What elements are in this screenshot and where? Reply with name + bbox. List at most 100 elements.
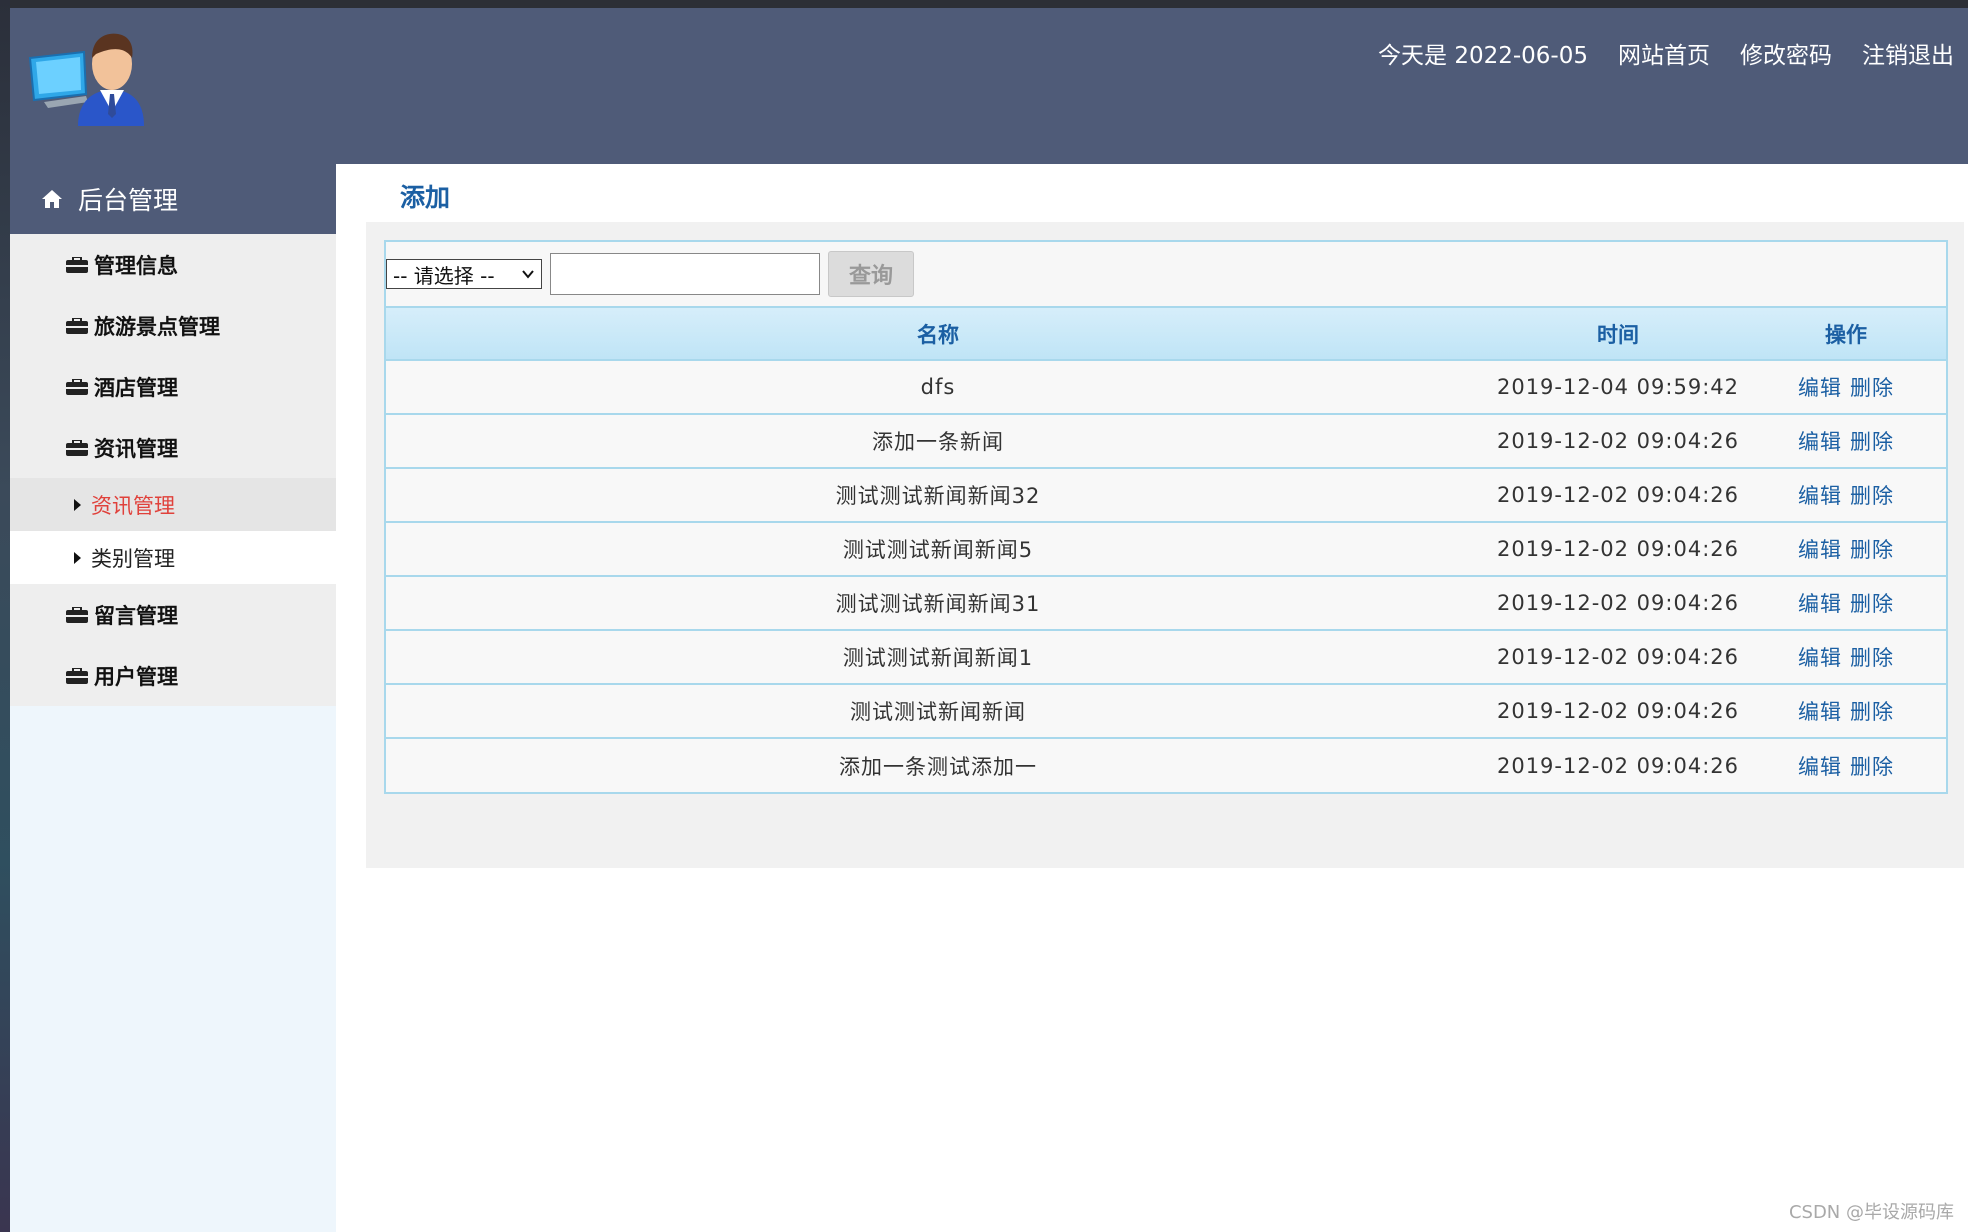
table-row: 测试测试新闻新闻5 2019-12-02 09:04:26 编辑 删除 [386, 522, 1946, 576]
table-row: dfs 2019-12-04 09:59:42 编辑 删除 [386, 360, 1946, 414]
sidebar-menu: 管理信息 旅游景点管理 酒店管理 资讯管理 资讯管理 类别管理 留言管理 用户管… [10, 234, 336, 706]
row-name: 测试测试新闻新闻31 [835, 592, 1041, 616]
row-name: 测试测试新闻新闻32 [835, 484, 1041, 508]
column-header-actions: 操作 [1825, 322, 1867, 347]
caret-right-icon [74, 551, 81, 564]
sidebar-item-label: 酒店管理 [94, 375, 178, 400]
table-row: 测试测试新闻新闻31 2019-12-02 09:04:26 编辑 删除 [386, 576, 1946, 630]
search-input[interactable] [550, 253, 820, 295]
column-header-name: 名称 [917, 322, 959, 347]
delete-link[interactable]: 删除 [1850, 592, 1894, 616]
edit-link[interactable]: 编辑 [1798, 755, 1842, 779]
briefcase-icon [66, 378, 88, 395]
row-actions: 编辑 删除 [1746, 576, 1946, 630]
row-actions: 编辑 删除 [1746, 468, 1946, 522]
sidebar-item-label: 留言管理 [94, 603, 178, 628]
row-name: 测试测试新闻新闻5 [842, 538, 1034, 562]
table-row: 测试测试新闻新闻32 2019-12-02 09:04:26 编辑 删除 [386, 468, 1946, 522]
row-time: 2019-12-02 09:04:26 [1496, 591, 1740, 615]
edit-link[interactable]: 编辑 [1798, 646, 1842, 670]
delete-link[interactable]: 删除 [1850, 484, 1894, 508]
today-date-text: 今天是 2022-06-05 [1378, 43, 1588, 69]
sidebar-item-label: 管理信息 [94, 253, 178, 278]
row-actions: 编辑 删除 [1746, 414, 1946, 468]
sidebar-item-scenic-spots[interactable]: 旅游景点管理 [10, 295, 336, 356]
sidebar: 后台管理 管理信息 旅游景点管理 酒店管理 资讯管理 资讯管理 类别管理 留言管… [10, 164, 336, 1232]
sidebar-item-hotels[interactable]: 酒店管理 [10, 356, 336, 417]
window-left-edge [0, 0, 10, 1232]
briefcase-icon [66, 317, 88, 334]
sidebar-subitem-news-manage[interactable]: 资讯管理 [10, 478, 336, 531]
row-actions: 编辑 删除 [1746, 360, 1946, 414]
query-button[interactable]: 查询 [828, 251, 914, 297]
table-row: 添加一条新闻 2019-12-02 09:04:26 编辑 删除 [386, 414, 1946, 468]
sidebar-item-messages[interactable]: 留言管理 [10, 584, 336, 645]
delete-link[interactable]: 删除 [1850, 646, 1894, 670]
briefcase-icon [66, 439, 88, 456]
search-bar: -- 请选择 -- 查询 [386, 242, 1946, 308]
caret-right-icon [74, 498, 81, 511]
edit-link[interactable]: 编辑 [1798, 430, 1842, 454]
briefcase-icon [66, 606, 88, 623]
page-header: 今天是 2022-06-05 网站首页 修改密码 注销退出 [10, 8, 1968, 164]
home-icon [42, 190, 62, 208]
row-actions: 编辑 删除 [1746, 522, 1946, 576]
sidebar-subitem-category-manage[interactable]: 类别管理 [10, 531, 336, 584]
logout-link[interactable]: 注销退出 [1862, 36, 1954, 70]
row-time: 2019-12-02 09:04:26 [1496, 645, 1740, 669]
delete-link[interactable]: 删除 [1850, 755, 1894, 779]
change-password-link[interactable]: 修改密码 [1740, 36, 1832, 70]
sidebar-item-users[interactable]: 用户管理 [10, 645, 336, 706]
site-home-link[interactable]: 网站首页 [1618, 36, 1710, 70]
row-actions: 编辑 删除 [1746, 738, 1946, 792]
list-container: -- 请选择 -- 查询 名称 时间 操作 dfs 2019-12-04 09:… [384, 240, 1948, 794]
sidebar-title[interactable]: 后台管理 [10, 164, 336, 234]
category-select[interactable]: -- 请选择 -- [386, 259, 542, 289]
main-panel: -- 请选择 -- 查询 名称 时间 操作 dfs 2019-12-04 09:… [366, 222, 1964, 868]
delete-link[interactable]: 删除 [1850, 538, 1894, 562]
watermark: CSDN @毕设源码库 [1788, 1202, 1954, 1223]
column-header-time: 时间 [1597, 322, 1639, 347]
row-name: 测试测试新闻新闻1 [842, 646, 1034, 670]
row-time: 2019-12-02 09:04:26 [1496, 537, 1740, 561]
edit-link[interactable]: 编辑 [1798, 592, 1842, 616]
table-row: 添加一条测试添加一 2019-12-02 09:04:26 编辑 删除 [386, 738, 1946, 792]
briefcase-icon [66, 256, 88, 273]
header-links: 今天是 2022-06-05 网站首页 修改密码 注销退出 [1378, 36, 1954, 70]
row-name: 测试测试新闻新闻 [850, 700, 1026, 724]
add-link[interactable]: 添加 [400, 178, 450, 214]
chevron-down-icon [522, 270, 534, 279]
edit-link[interactable]: 编辑 [1798, 484, 1842, 508]
row-name: dfs [920, 375, 956, 399]
sidebar-item-label: 资讯管理 [94, 436, 178, 461]
row-time: 2019-12-02 09:04:26 [1496, 483, 1740, 507]
sidebar-item-news[interactable]: 资讯管理 [10, 417, 336, 478]
row-time: 2019-12-04 09:59:42 [1496, 375, 1740, 399]
table-header-row: 名称 时间 操作 [386, 308, 1946, 360]
briefcase-icon [66, 667, 88, 684]
row-name: 添加一条测试添加一 [839, 754, 1037, 779]
admin-avatar-logo [28, 33, 144, 126]
row-time: 2019-12-02 09:04:26 [1496, 429, 1740, 453]
edit-link[interactable]: 编辑 [1798, 538, 1842, 562]
edit-link[interactable]: 编辑 [1798, 700, 1842, 724]
sidebar-item-admin-info[interactable]: 管理信息 [10, 234, 336, 295]
sidebar-title-label: 后台管理 [78, 186, 179, 215]
table-row: 测试测试新闻新闻 2019-12-02 09:04:26 编辑 删除 [386, 684, 1946, 738]
row-name: 添加一条新闻 [872, 430, 1004, 454]
row-time: 2019-12-02 09:04:26 [1496, 753, 1740, 778]
delete-link[interactable]: 删除 [1850, 700, 1894, 724]
sidebar-subitem-label: 类别管理 [91, 546, 175, 571]
sidebar-subitem-label: 资讯管理 [91, 493, 175, 518]
window-top-strip [0, 0, 1968, 8]
sidebar-item-label: 用户管理 [94, 664, 178, 689]
table-row: 测试测试新闻新闻1 2019-12-02 09:04:26 编辑 删除 [386, 630, 1946, 684]
row-time: 2019-12-02 09:04:26 [1496, 699, 1740, 723]
sidebar-item-label: 旅游景点管理 [94, 314, 220, 339]
news-table: 名称 时间 操作 dfs 2019-12-04 09:59:42 编辑 删除 添加… [386, 308, 1946, 792]
edit-link[interactable]: 编辑 [1798, 376, 1842, 400]
category-select-value: -- 请选择 -- [393, 263, 495, 288]
row-actions: 编辑 删除 [1746, 630, 1946, 684]
delete-link[interactable]: 删除 [1850, 430, 1894, 454]
delete-link[interactable]: 删除 [1850, 376, 1894, 400]
